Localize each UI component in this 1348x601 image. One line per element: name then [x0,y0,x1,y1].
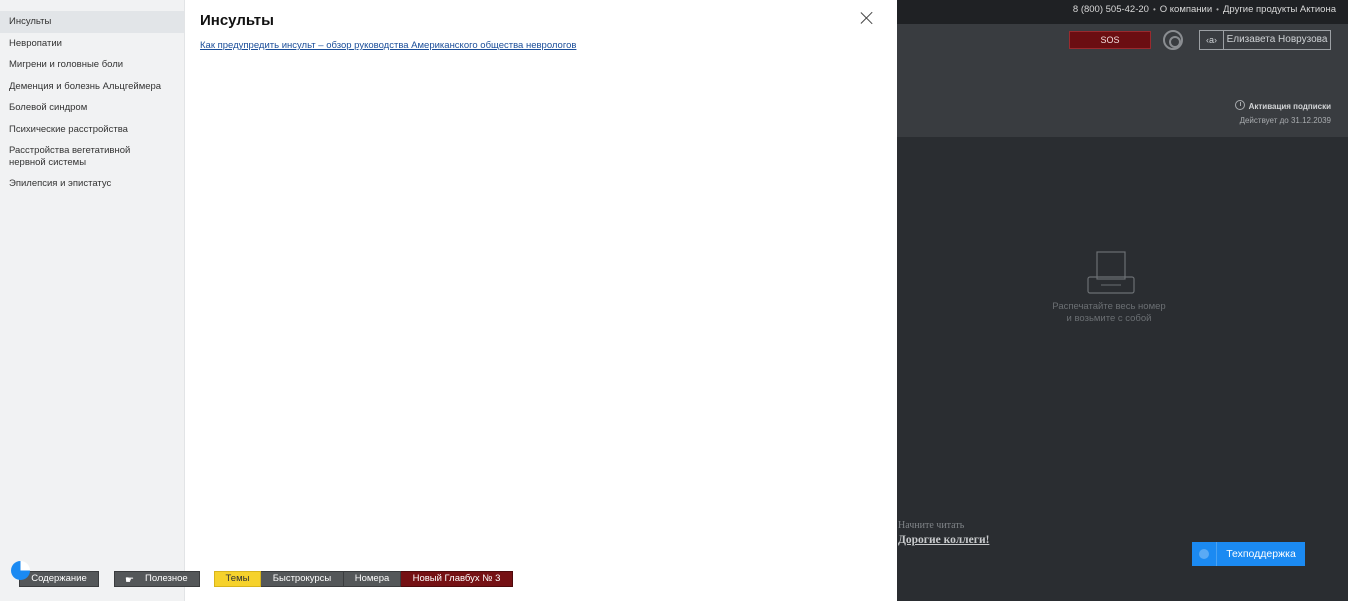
start-reading-label: Начните читать [898,520,965,531]
sidebar-item-autonomic-disorders[interactable]: Расстройства вегетативной нервной систем… [0,140,150,173]
sidebar-item-epilepsy[interactable]: Эпилепсия и эпистатус [0,173,184,195]
tab-quick-courses[interactable]: Быстрокурсы [261,571,344,587]
tab-new-issue[interactable]: Новый Главбух № 3 [401,571,513,587]
subscription-until: Действует до 31.12.2039 [1239,116,1331,125]
subscription-label: Активация подписки [1248,102,1331,111]
sidebar-item-neuropathies[interactable]: Невропатии [0,33,184,55]
panel-title: Инсульты [200,12,274,29]
topics-sidebar: Инсульты Невропатии Мигрени и головные б… [0,0,185,601]
close-icon[interactable] [860,11,874,25]
lifebuoy-icon[interactable] [1163,30,1183,50]
support-button[interactable]: Техподдержка [1192,542,1305,566]
subscription-status: Активация подписки Действует до 31.12.20… [1234,100,1331,125]
sidebar-item-pain-syndrome[interactable]: Болевой синдром [0,97,184,119]
sos-button[interactable]: SOS [1069,31,1151,49]
user-menu[interactable]: ‹а› Елизавета Новрузова [1199,30,1331,50]
clock-icon [1234,100,1245,110]
pointing-hand-icon: ☛ [125,575,134,586]
sidebar-item-migraines[interactable]: Мигрени и головные боли [0,54,184,76]
topic-panel: Инсульты Как предупредить инсульт – обзо… [185,0,897,601]
user-initial: ‹а› [1200,31,1224,49]
article-link[interactable]: Как предупредить инсульт – обзор руковод… [200,40,576,51]
phone-number[interactable]: 8 (800) 505-42-20 [1073,4,1149,15]
support-label: Техподдержка [1226,548,1296,560]
other-products-link[interactable]: Другие продукты Актиона [1223,4,1336,15]
chat-icon [1192,542,1217,566]
separator-dot: • [1216,5,1219,14]
separator-dot: • [1152,5,1156,14]
about-link[interactable]: О компании [1160,4,1212,15]
contents-button[interactable]: Содержание [19,571,99,587]
sidebar-item-dementia[interactable]: Деменция и болезнь Альцгеймера [0,76,184,98]
start-reading-link[interactable]: Дорогие коллеги! [898,534,989,546]
useful-label: Полезное [145,573,188,584]
useful-button[interactable]: ☛ Полезное [114,571,200,587]
user-name: Елизавета Новрузова [1226,34,1328,45]
bottom-tabs: Темы Быстрокурсы Номера Новый Главбух № … [214,571,513,587]
print-note-line: Распечатайте весь номер [1052,301,1166,312]
tab-issues[interactable]: Номера [344,571,401,587]
print-note-line: и возьмите с собой [1066,313,1152,324]
progress-pie-icon [11,561,30,580]
sidebar-item-strokes[interactable]: Инсульты [0,11,184,33]
print-note: Распечатайте весь номер и возьмите с соб… [1037,301,1181,325]
topics-list: Инсульты Невропатии Мигрени и головные б… [0,11,184,195]
tab-topics[interactable]: Темы [214,571,261,587]
printer-icon[interactable] [1087,251,1135,295]
sidebar-item-mental-disorders[interactable]: Психические расстройства [0,119,184,141]
